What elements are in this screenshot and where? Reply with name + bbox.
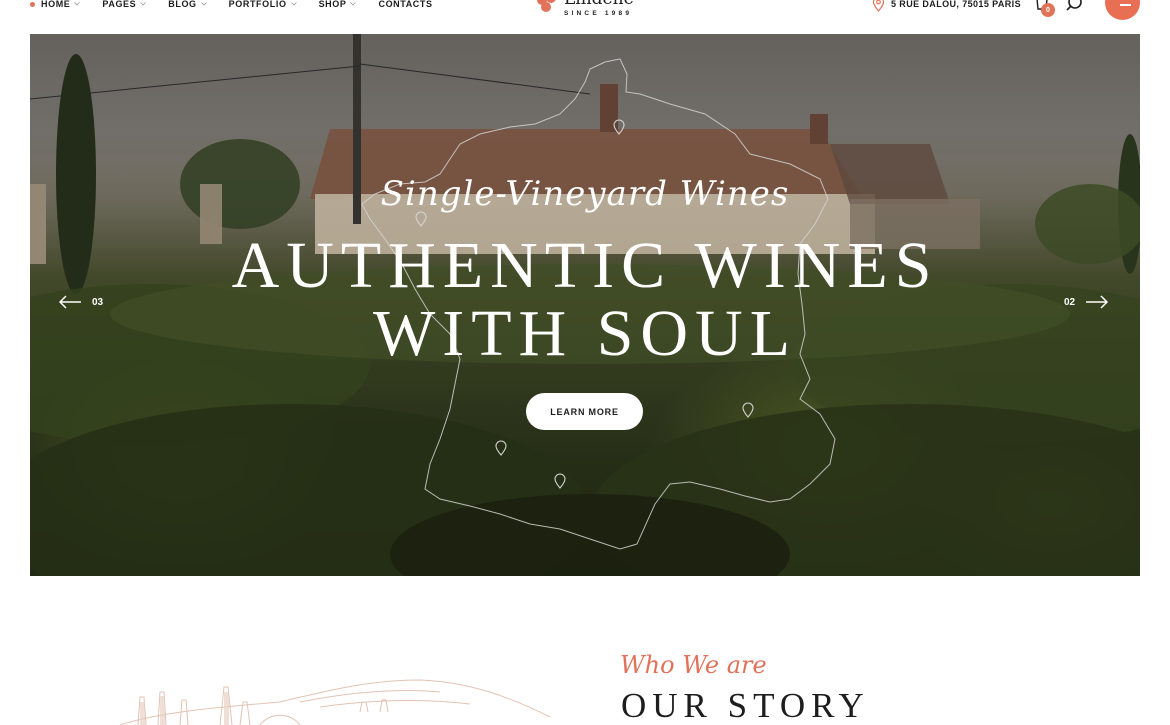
- hamburger-icon: [1120, 4, 1131, 6]
- hero-title-line2: WITH SOUL: [372, 297, 798, 370]
- menu-button[interactable]: [1105, 0, 1140, 20]
- nav-item-portfolio[interactable]: PORTFOLIO: [229, 0, 297, 9]
- search-button[interactable]: [1064, 0, 1084, 14]
- next-slide-button[interactable]: 02: [1064, 295, 1109, 309]
- location-pin-icon: [872, 0, 885, 12]
- nav-label: CONTACTS: [378, 0, 433, 9]
- prev-slide-number: 03: [92, 296, 104, 308]
- header-address[interactable]: 5 RUE DALOU, 75015 PARIS: [872, 0, 1021, 12]
- story-script-heading: Who We are: [620, 651, 767, 679]
- hero-slider: Single-Vineyard Wines AUTHENTIC WINES WI…: [30, 34, 1140, 576]
- logo-tagline: SINCE 1989: [564, 10, 633, 17]
- next-slide-number: 02: [1064, 296, 1076, 308]
- search-icon: [1066, 0, 1082, 11]
- learn-more-button[interactable]: LEARN MORE: [526, 393, 643, 430]
- logo-text: Lindene SINCE 1989: [564, 0, 634, 17]
- site-logo[interactable]: Lindene SINCE 1989: [536, 0, 634, 17]
- nav-label: BLOG: [168, 0, 197, 9]
- vineyard-sketch-illustration: [119, 679, 551, 725]
- nav-label: PORTFOLIO: [228, 0, 287, 9]
- grape-logo-icon: [537, 0, 556, 12]
- site-header: HOME PAGES BLOG PORTFOLIO SHOP CONTACTS: [0, 0, 1170, 34]
- hero-script-heading: Single-Vineyard Wines: [380, 174, 790, 214]
- prev-slide-button[interactable]: 03: [58, 295, 103, 309]
- story-title: OUR STORY: [621, 686, 870, 725]
- nav-item-pages[interactable]: PAGES: [102, 0, 147, 9]
- logo-name: Lindene: [564, 0, 634, 9]
- chevron-down-icon: [140, 2, 147, 6]
- chevron-down-icon: [74, 2, 81, 6]
- chevron-down-icon: [350, 2, 357, 6]
- nav-item-home[interactable]: HOME: [30, 0, 81, 9]
- active-dot: [30, 1, 35, 7]
- chevron-down-icon: [200, 2, 207, 6]
- nav-item-contacts[interactable]: CONTACTS: [378, 0, 432, 9]
- arrow-right-icon: [1086, 295, 1109, 309]
- nav-label: HOME: [41, 0, 71, 9]
- arrow-left-icon: [58, 295, 81, 309]
- nav-label: SHOP: [318, 0, 347, 9]
- hero-title-line1: AUTHENTIC WINES: [231, 229, 939, 302]
- cart-count-badge: 0: [1041, 3, 1055, 17]
- main-nav: HOME PAGES BLOG PORTFOLIO SHOP CONTACTS: [30, 0, 455, 11]
- nav-item-blog[interactable]: BLOG: [168, 0, 207, 9]
- chevron-down-icon: [290, 2, 297, 6]
- nav-item-shop[interactable]: SHOP: [319, 0, 357, 9]
- nav-label: PAGES: [102, 0, 137, 9]
- cart-button[interactable]: 0: [1034, 0, 1056, 17]
- address-text: 5 RUE DALOU, 75015 PARIS: [891, 0, 1021, 9]
